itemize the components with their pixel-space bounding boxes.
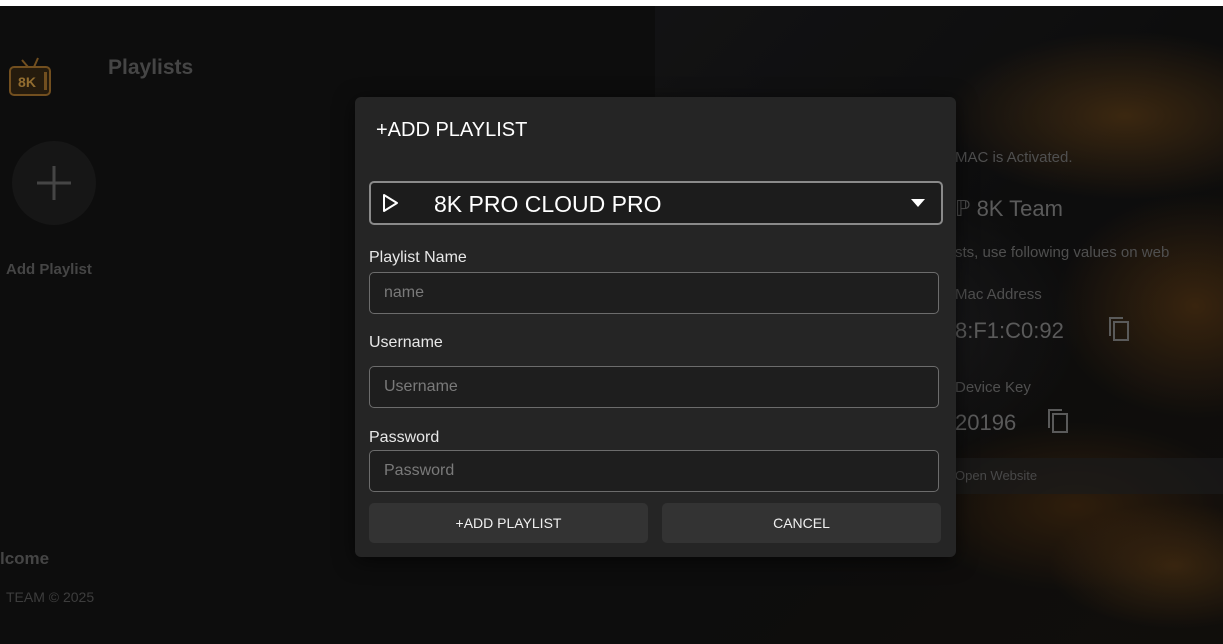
playlist-type-select[interactable]: 8K PRO CLOUD PRO [369,181,943,225]
select-value: 8K PRO CLOUD PRO [434,191,662,217]
chevron-down-icon [911,199,925,207]
add-playlist-dialog: +ADD PLAYLIST 8K PRO CLOUD PRO Playlist … [355,97,956,557]
play-icon [383,194,398,212]
cancel-button[interactable]: CANCEL [662,503,941,543]
app-screen: 8K Playlists Add Playlist lcome TEAM © 2… [0,6,1223,644]
password-input[interactable] [369,450,939,492]
dialog-title: +ADD PLAYLIST [376,119,528,141]
playlist-name-input[interactable] [369,272,939,314]
add-playlist-button[interactable]: +ADD PLAYLIST [369,503,648,543]
username-label: Username [369,334,443,351]
password-label: Password [369,429,440,446]
username-input[interactable] [369,366,939,408]
playlist-name-label: Playlist Name [369,249,467,266]
